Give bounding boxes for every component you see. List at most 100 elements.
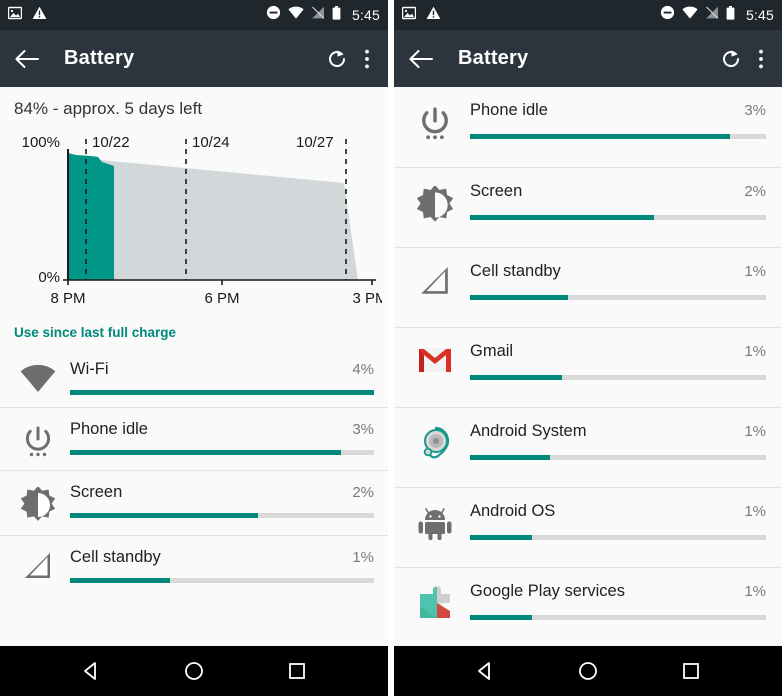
status-bar-left-icons (7, 6, 47, 25)
battery-summary-text: 84% - approx. 5 days left (14, 99, 203, 118)
usage-progress-fill (470, 455, 550, 460)
usage-row-wifi[interactable]: Wi-Fi 4% (0, 348, 388, 407)
usage-row-percent: 3% (352, 421, 374, 438)
screenshot-icon (7, 6, 23, 25)
overflow-menu-icon[interactable] (364, 48, 370, 70)
usage-progress-fill (70, 390, 374, 395)
usage-row-label: Phone idle (70, 420, 148, 438)
usage-progress-track (470, 615, 766, 620)
action-bar-actions (326, 48, 374, 70)
gmail-icon (408, 342, 462, 374)
phone-screen-left: 5:45 Battery 84% - approx. 5 days left 1… (0, 0, 388, 696)
power-idle-icon (408, 101, 462, 141)
back-arrow-icon[interactable] (14, 49, 40, 69)
usage-row-label: Cell standby (70, 548, 161, 566)
status-bar-right-icons: 5:45 (660, 5, 774, 25)
usage-row-cell-standby[interactable]: Cell standby 1% (394, 247, 782, 327)
usage-row-body: Cell standby 1% (462, 262, 766, 300)
usage-progress-track (70, 450, 374, 455)
action-bar: Battery (0, 30, 388, 87)
usage-row-percent: 2% (744, 183, 766, 200)
usage-row-label: Android OS (470, 502, 556, 520)
usage-row-cell-standby[interactable]: Cell standby 1% (0, 535, 388, 595)
chart-ytick-bottom: 0% (38, 269, 60, 286)
page-title: Battery (64, 47, 135, 69)
do-not-disturb-icon (266, 5, 281, 25)
usage-row-label: Android System (470, 422, 587, 440)
usage-row-body: Screen 2% (462, 182, 766, 220)
navigation-bar (394, 646, 782, 696)
usage-row-percent: 1% (744, 503, 766, 520)
brightness-icon (408, 182, 462, 224)
usage-row-android-os[interactable]: Android OS 1% (394, 487, 782, 567)
refresh-icon[interactable] (326, 48, 348, 70)
android-os-icon (408, 502, 462, 540)
usage-row-label: Google Play services (470, 582, 625, 600)
wifi-icon (14, 360, 62, 393)
usage-row-percent: 1% (744, 583, 766, 600)
usage-row-phone-idle[interactable]: Phone idle 3% (394, 87, 782, 167)
usage-row-screen[interactable]: Screen 2% (394, 167, 782, 247)
section-header-use-since-charge: Use since last full charge (14, 325, 177, 340)
android-system-icon (408, 422, 462, 460)
battery-chart-svg: 100% 0% 10/22 10/24 10/27 8 PM 6 PM 3 PM (22, 134, 382, 307)
wifi-icon (682, 6, 698, 24)
battery-content-right: Phone idle 3% Screen 2% Cell standby 1% … (394, 87, 782, 646)
usage-row-label: Screen (470, 182, 523, 200)
refresh-icon[interactable] (720, 48, 742, 70)
usage-row-body: Gmail 1% (462, 342, 766, 380)
usage-row-label: Cell standby (470, 262, 561, 280)
back-nav-icon[interactable] (474, 660, 496, 682)
do-not-disturb-icon (660, 5, 675, 25)
usage-row-body: Android OS 1% (462, 502, 766, 540)
usage-progress-track (470, 295, 766, 300)
usage-progress-track (70, 390, 374, 395)
usage-row-gmail[interactable]: Gmail 1% (394, 327, 782, 407)
usage-row-percent: 4% (352, 361, 374, 378)
chart-history-area (68, 153, 114, 280)
status-bar: 5:45 (0, 0, 388, 30)
status-bar-right-icons: 5:45 (266, 5, 380, 25)
brightness-icon (14, 483, 62, 523)
usage-progress-fill (470, 535, 533, 540)
play-services-icon (408, 582, 462, 620)
usage-row-label: Wi-Fi (70, 360, 109, 378)
warning-icon (426, 6, 441, 25)
usage-progress-fill (70, 513, 259, 518)
usage-row-body: Phone idle 3% (462, 101, 766, 139)
chart-date-label-0: 10/22 (92, 134, 130, 151)
usage-row-body: Android System 1% (462, 422, 766, 460)
wifi-icon (288, 6, 304, 24)
home-nav-icon[interactable] (183, 660, 205, 682)
usage-row-label: Gmail (470, 342, 514, 360)
back-arrow-icon[interactable] (408, 49, 434, 69)
usage-progress-fill (470, 134, 731, 139)
usage-row-screen[interactable]: Screen 2% (0, 470, 388, 535)
status-bar: 5:45 (394, 0, 782, 30)
usage-row-body: Google Play services 1% (462, 582, 766, 620)
recents-nav-icon[interactable] (680, 660, 702, 682)
usage-row-percent: 1% (744, 263, 766, 280)
cell-signal-icon (408, 262, 462, 296)
chart-xtick-0: 8 PM (50, 290, 85, 307)
usage-progress-track (470, 215, 766, 220)
usage-row-body: Screen 2% (62, 483, 374, 518)
back-nav-icon[interactable] (80, 660, 102, 682)
usage-row-body: Cell standby 1% (62, 548, 374, 583)
cell-signal-icon (14, 548, 62, 580)
battery-icon (726, 5, 735, 25)
usage-progress-fill (70, 450, 341, 455)
usage-progress-fill (470, 215, 654, 220)
usage-row-android-system[interactable]: Android System 1% (394, 407, 782, 487)
home-nav-icon[interactable] (577, 660, 599, 682)
usage-row-google-play-services[interactable]: Google Play services 1% (394, 567, 782, 646)
overflow-menu-icon[interactable] (758, 48, 764, 70)
usage-progress-fill (470, 295, 568, 300)
usage-progress-track (470, 134, 766, 139)
usage-row-body: Wi-Fi 4% (62, 360, 374, 395)
recents-nav-icon[interactable] (286, 660, 308, 682)
usage-row-phone-idle[interactable]: Phone idle 3% (0, 407, 388, 470)
usage-row-percent: 1% (744, 343, 766, 360)
page-title: Battery (458, 47, 529, 69)
action-bar-actions (720, 48, 768, 70)
